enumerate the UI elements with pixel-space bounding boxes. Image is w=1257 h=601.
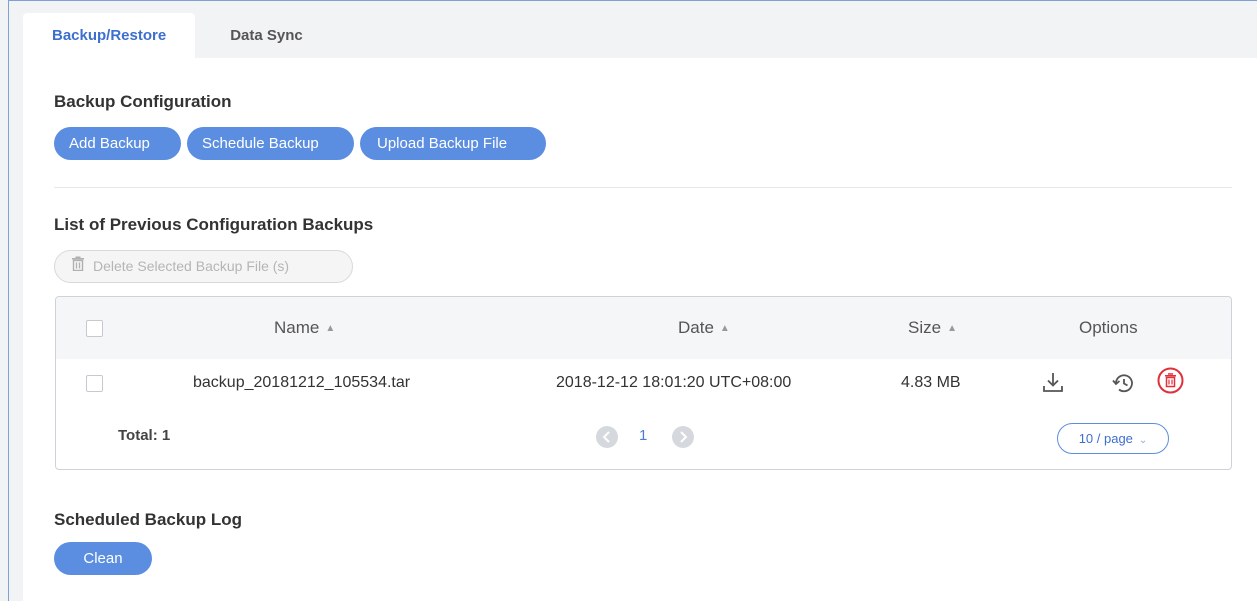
- schedule-backup-button[interactable]: Schedule Backup: [187, 127, 354, 160]
- trash-icon: [71, 251, 93, 282]
- column-size-label: Size: [908, 318, 942, 337]
- column-header-name[interactable]: Name ▲︎: [274, 297, 335, 359]
- table-header: Name ▲︎ Date ▲︎ Size ▲︎ Options: [56, 297, 1231, 359]
- delete-selected-button[interactable]: Delete Selected Backup File (s): [54, 250, 353, 283]
- next-page-button[interactable]: [672, 426, 694, 448]
- column-date-label: Date: [678, 318, 714, 337]
- main-panel: Backup Configuration Add Backup Schedule…: [23, 58, 1257, 601]
- current-page[interactable]: 1: [639, 427, 647, 444]
- sort-icon: ▲︎: [947, 323, 957, 334]
- total-count: Total: 1: [118, 427, 171, 444]
- column-name-label: Name: [274, 318, 320, 337]
- page-size-select[interactable]: 10 / page ⌄: [1057, 423, 1169, 454]
- column-header-date[interactable]: Date ▲︎: [678, 297, 730, 359]
- column-header-size[interactable]: Size ▲︎: [908, 297, 957, 359]
- chevron-right-icon: [680, 431, 688, 443]
- tab-bar: Backup/Restore Data Sync: [23, 13, 332, 59]
- page-size-value: 10 / page: [1078, 431, 1133, 446]
- prev-page-button[interactable]: [596, 426, 618, 448]
- delete-selected-label: Delete Selected Backup File (s): [93, 258, 290, 274]
- add-backup-button[interactable]: Add Backup: [54, 127, 181, 160]
- chevron-down-icon: ⌄: [1138, 435, 1148, 446]
- tab-data-sync[interactable]: Data Sync: [195, 13, 332, 59]
- row-size: 4.83 MB: [901, 374, 961, 391]
- scheduled-log-title: Scheduled Backup Log: [54, 510, 242, 529]
- row-name: backup_20181212_105534.tar: [193, 374, 411, 391]
- delete-icon[interactable]: [1157, 367, 1184, 399]
- column-header-options: Options: [1079, 318, 1138, 337]
- app-frame: Backup/Restore Data Sync Backup Configur…: [8, 0, 1257, 601]
- backup-config-title: Backup Configuration: [54, 92, 232, 111]
- backup-table: Name ▲︎ Date ▲︎ Size ▲︎ Options backup_2018…: [55, 296, 1232, 470]
- clean-button[interactable]: Clean: [54, 542, 152, 575]
- row-date: 2018-12-12 18:01:20 UTC+08:00: [556, 374, 792, 391]
- select-all-checkbox[interactable]: [86, 320, 103, 337]
- restore-icon[interactable]: [1111, 372, 1135, 399]
- section-divider: [54, 187, 1232, 188]
- download-icon[interactable]: [1042, 371, 1064, 398]
- tab-backup-restore[interactable]: Backup/Restore: [23, 13, 196, 59]
- row-checkbox[interactable]: [86, 375, 103, 392]
- chevron-left-icon: [602, 431, 610, 443]
- sort-icon: ▲︎: [719, 323, 730, 334]
- upload-backup-file-button[interactable]: Upload Backup File: [360, 127, 546, 160]
- sort-icon: ▲︎: [325, 323, 336, 334]
- backup-list-title: List of Previous Configuration Backups: [54, 215, 374, 234]
